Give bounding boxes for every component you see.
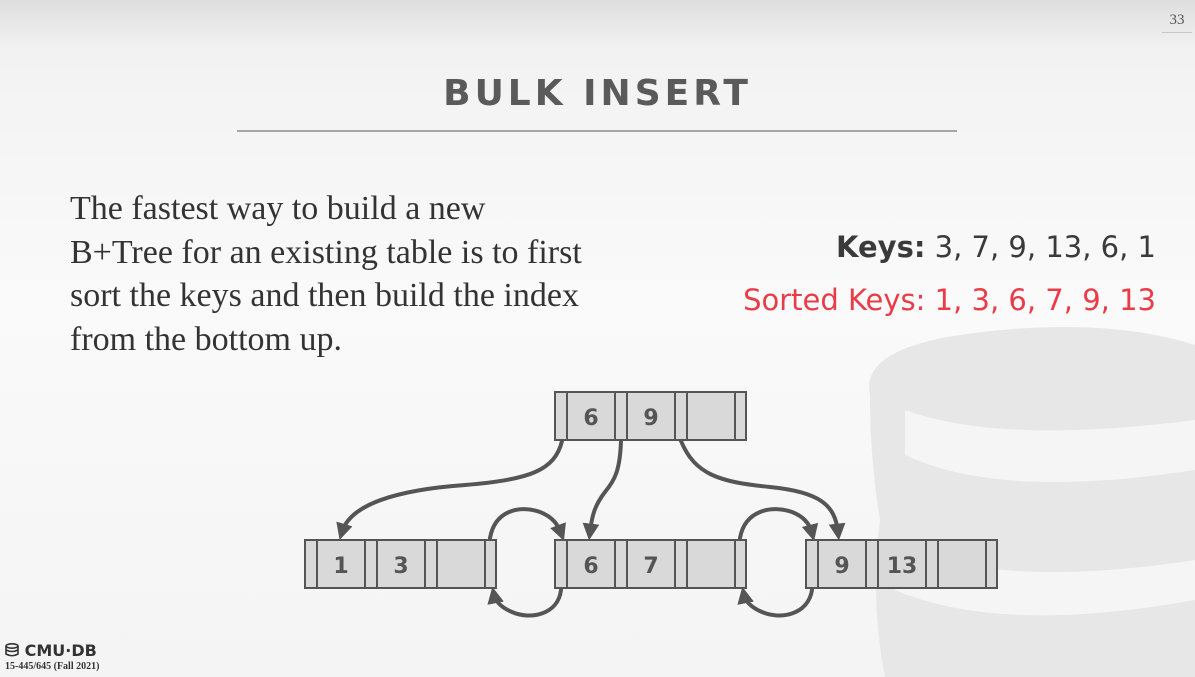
- leaf2-key-1: 6: [583, 554, 598, 579]
- pointer-root-to-leaf3: [679, 439, 846, 541]
- sibling-pointer-leaf2-to-leaf1: [487, 586, 563, 618]
- root-key-1: 6: [583, 406, 598, 431]
- database-icon: [5, 643, 19, 657]
- leaf3-key-2: 13: [887, 554, 918, 579]
- leaf-node-3: 9 13: [805, 539, 998, 589]
- logo-text: CMU·DB: [24, 641, 97, 660]
- leaf2-key-2: 7: [643, 554, 658, 579]
- course-label: 15-445/645 (Fall 2021): [5, 661, 100, 672]
- pointer-root-to-leaf2: [582, 439, 623, 541]
- root-key-2: 9: [643, 406, 658, 431]
- root-node: 6 9: [554, 391, 747, 441]
- sibling-pointer-leaf2-to-leaf3: [738, 507, 819, 542]
- leaf1-key-2: 3: [393, 554, 408, 579]
- sibling-pointer-leaf3-to-leaf2: [737, 586, 814, 618]
- leaf-node-1: 1 3: [304, 539, 497, 589]
- bplustree-diagram: 6 9 1 3 6 7 9 13: [304, 391, 998, 618]
- leaf-node-2: 6 7: [554, 539, 747, 589]
- pointer-root-to-leaf1: [336, 439, 564, 541]
- sibling-pointer-leaf1-to-leaf2: [488, 507, 566, 541]
- leaf1-key-1: 1: [333, 554, 348, 579]
- cmu-db-logo: CMU·DB: [5, 641, 97, 660]
- leaf3-key-1: 9: [834, 554, 849, 579]
